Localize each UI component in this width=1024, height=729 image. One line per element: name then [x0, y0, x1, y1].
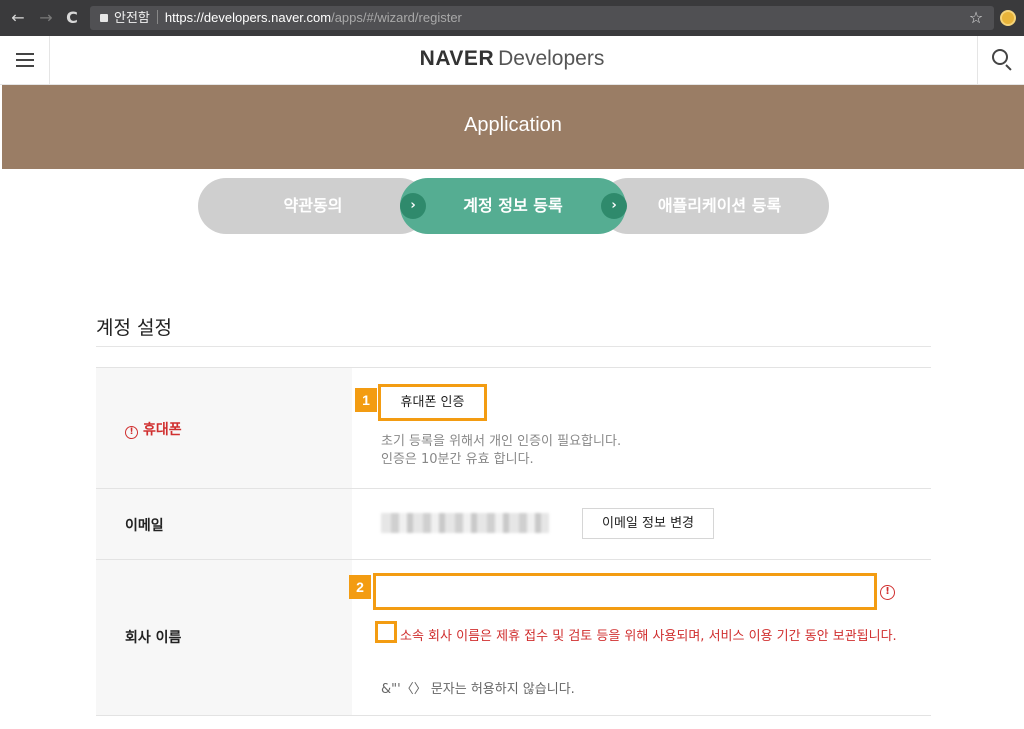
- bookmark-star-icon[interactable]: ☆: [966, 7, 986, 29]
- forward-arrow-icon[interactable]: →: [35, 7, 57, 29]
- email-change-button[interactable]: 이메일 정보 변경: [582, 508, 714, 539]
- email-value-redacted: [381, 513, 549, 533]
- company-chars-note: &"'〈〉 문자는 허용하지 않습니다.: [381, 682, 575, 697]
- company-label: 회사 이름: [125, 630, 182, 646]
- company-name-input[interactable]: [376, 576, 874, 607]
- step-arrow-icon: ›: [400, 193, 426, 219]
- step-arrow-icon: ›: [601, 193, 627, 219]
- logo-brand: NAVER: [419, 47, 495, 70]
- search-icon-handle: [1005, 64, 1012, 71]
- company-row-label-cell: 회사 이름: [96, 560, 352, 715]
- email-label: 이메일: [125, 518, 164, 534]
- address-separator: [156, 10, 158, 24]
- browser-toolbar: ← → C 안전함 https://developers.naver.com/ap…: [0, 0, 1024, 36]
- company-agree-text: 소속 회사 이름은 제휴 접수 및 검토 등을 위해 사용되며, 서비스 이용 …: [400, 629, 897, 644]
- phone-helper-line2: 인증은 10분간 유효 합니다.: [381, 452, 534, 467]
- step-terms: 약관동의: [198, 178, 428, 234]
- url-host: https://developers.naver.com: [164, 10, 332, 25]
- step-account-info: 계정 정보 등록: [400, 178, 626, 234]
- logo-suffix: Developers: [498, 47, 605, 70]
- required-alert-icon: !: [125, 426, 138, 439]
- phone-row: ! 휴대폰: [96, 367, 931, 488]
- section-divider: [96, 346, 931, 347]
- marker-1-tag: 1: [355, 388, 377, 412]
- phone-verify-button[interactable]: 휴대폰 인증: [383, 389, 482, 417]
- email-row-label-cell: 이메일: [96, 489, 352, 559]
- back-arrow-icon[interactable]: ←: [7, 7, 29, 29]
- address-bar[interactable]: 안전함 https://developers.naver.com/apps/#/w…: [90, 6, 994, 30]
- step-app-register: 애플리케이션 등록: [600, 178, 829, 234]
- security-label: 안전함: [114, 10, 150, 25]
- phone-label-text: 휴대폰: [143, 422, 182, 438]
- page-banner: Application: [2, 85, 1024, 169]
- extension-icon[interactable]: [1000, 10, 1016, 26]
- section-title: 계정 설정: [96, 317, 172, 339]
- search-button[interactable]: [977, 36, 1024, 84]
- search-icon: [992, 49, 1008, 65]
- marker-2-tag: 2: [349, 575, 371, 599]
- site-header: NAVER Developers: [0, 36, 1024, 85]
- phone-label: ! 휴대폰: [125, 419, 182, 439]
- phone-row-label-cell: ! 휴대폰: [96, 368, 352, 488]
- site-logo[interactable]: NAVER Developers: [0, 47, 1024, 71]
- company-agree-checkbox[interactable]: [375, 621, 397, 643]
- company-error-icon: !: [880, 585, 895, 600]
- banner-title: Application: [464, 114, 562, 136]
- url-path: /apps/#/wizard/register: [331, 10, 462, 25]
- reload-icon[interactable]: C: [61, 7, 83, 29]
- lock-icon: [100, 14, 108, 22]
- phone-helper-line1: 초기 등록을 위해서 개인 인증이 필요합니다.: [381, 434, 622, 449]
